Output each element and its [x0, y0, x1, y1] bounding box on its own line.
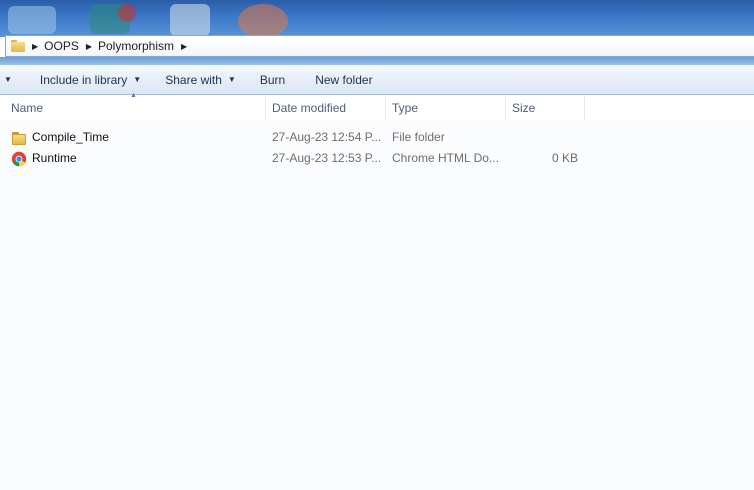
sort-ascending-icon: ▲: [130, 92, 137, 99]
breadcrumb-polymorphism[interactable]: Polymorphism: [98, 39, 174, 53]
file-type: File folder: [392, 130, 445, 144]
column-size-label: Size: [512, 101, 536, 115]
desktop-blur-shape: [170, 4, 210, 36]
breadcrumb-arrow-icon[interactable]: ▶: [32, 42, 38, 51]
organize-dropdown[interactable]: ▼: [0, 69, 16, 91]
desktop-blur-shape: [8, 6, 56, 34]
column-type-label: Type: [392, 101, 419, 115]
column-header-size[interactable]: Size: [506, 96, 585, 120]
include-in-library-button[interactable]: Include in library ▼: [34, 69, 147, 91]
folder-icon: [11, 130, 27, 146]
file-type: Chrome HTML Do...: [392, 151, 499, 165]
file-date: 27-Aug-23 12:54 P...: [272, 130, 382, 144]
column-header-date-modified[interactable]: Date modified: [266, 96, 386, 120]
share-with-label: Share with: [165, 72, 222, 87]
column-date-label: Date modified: [272, 101, 347, 115]
file-name: Compile_Time: [32, 130, 109, 144]
chrome-icon: [11, 151, 27, 167]
window-title-area: [0, 0, 754, 37]
file-size: 0 KB: [551, 151, 578, 165]
column-header: ▲ Name Date modified Type Size: [0, 92, 754, 120]
chevron-down-icon: ▼: [4, 75, 12, 84]
breadcrumb-arrow-icon[interactable]: ▶: [86, 42, 92, 51]
breadcrumb-arrow-icon[interactable]: ▶: [181, 42, 187, 51]
burn-button[interactable]: Burn: [254, 69, 291, 91]
file-name-cell: Runtime: [0, 148, 266, 169]
folder-icon: [11, 40, 25, 52]
file-row-compile-time[interactable]: Compile_Time 27-Aug-23 12:54 P... File f…: [0, 127, 754, 148]
file-size: [506, 127, 585, 148]
file-list: Compile_Time 27-Aug-23 12:54 P... File f…: [0, 127, 754, 169]
column-name-label: Name: [11, 101, 44, 115]
command-bar: ▼ Include in library ▼ Share with ▼ Burn…: [0, 65, 754, 95]
glass-strip: [0, 57, 754, 65]
breadcrumb-oops[interactable]: OOPS: [44, 39, 79, 53]
desktop-blur-shape: [118, 4, 136, 22]
new-folder-label: New folder: [315, 72, 373, 87]
burn-label: Burn: [259, 72, 286, 87]
column-header-type[interactable]: Type: [386, 96, 506, 120]
address-bar[interactable]: ▶ OOPS ▶ Polymorphism ▶: [5, 35, 754, 57]
file-row-runtime[interactable]: Runtime 27-Aug-23 12:53 P... Chrome HTML…: [0, 148, 754, 169]
desktop-blur-shape: [238, 4, 288, 37]
chevron-down-icon: ▼: [227, 75, 236, 84]
column-header-name[interactable]: ▲ Name: [0, 92, 266, 120]
file-name-cell: Compile_Time: [0, 127, 266, 148]
include-in-library-label: Include in library: [39, 72, 128, 87]
file-date: 27-Aug-23 12:53 P...: [272, 151, 382, 165]
share-with-button[interactable]: Share with ▼: [159, 69, 242, 91]
new-folder-button[interactable]: New folder: [309, 69, 378, 91]
chevron-down-icon: ▼: [133, 75, 142, 84]
file-name: Runtime: [32, 151, 77, 165]
